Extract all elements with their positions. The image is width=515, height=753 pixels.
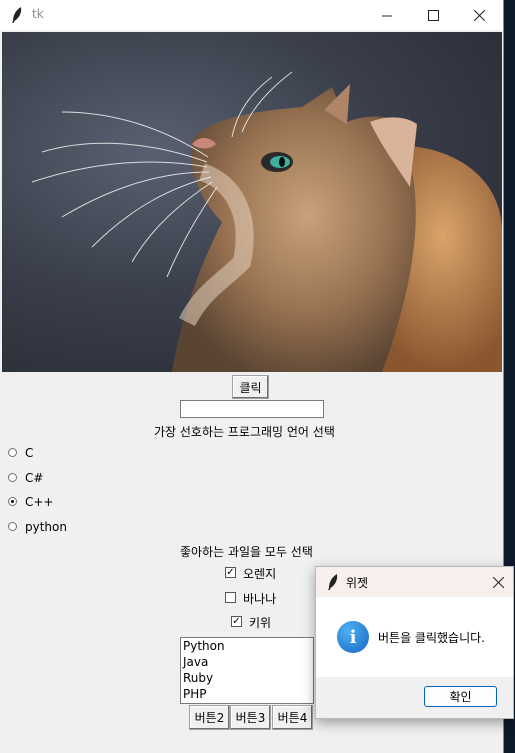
minimize-icon bbox=[381, 15, 392, 16]
dialog-title: 위젯 bbox=[346, 576, 369, 590]
cat-image bbox=[31, 71, 502, 372]
list-item[interactable]: Python bbox=[181, 638, 313, 654]
checkbox-label-kiwi[interactable]: 키위 bbox=[249, 614, 271, 631]
feather-icon bbox=[328, 574, 338, 590]
button-3[interactable]: 버튼3 bbox=[230, 705, 271, 730]
minimize-button[interactable] bbox=[364, 0, 410, 30]
dialog-message: 버튼을 클릭했습니다. bbox=[378, 631, 485, 645]
info-icon: i bbox=[337, 621, 369, 653]
dialog-close-button[interactable] bbox=[484, 567, 513, 597]
window-title: tk bbox=[32, 7, 44, 21]
radio-cpp[interactable] bbox=[8, 497, 17, 506]
list-item[interactable]: Java bbox=[181, 654, 313, 670]
close-icon bbox=[493, 576, 504, 588]
list-item[interactable]: Ruby bbox=[181, 670, 313, 686]
checkbox-label-banana[interactable]: 바나나 bbox=[243, 590, 276, 607]
fruit-prompt-label: 좋아하는 과일을 모두 선택 bbox=[180, 545, 313, 559]
radio-label-csharp[interactable]: C# bbox=[25, 471, 43, 485]
feather-icon bbox=[12, 7, 22, 23]
title-bar[interactable]: tk bbox=[0, 0, 503, 30]
button-4[interactable]: 버튼4 bbox=[272, 705, 313, 730]
message-dialog: 위젯 i 버튼을 클릭했습니다. 확인 bbox=[315, 566, 514, 719]
radio-c[interactable] bbox=[8, 448, 17, 457]
checkbox-orange[interactable]: ✓ bbox=[225, 567, 236, 578]
language-listbox[interactable]: Python Java Ruby PHP bbox=[180, 637, 314, 704]
radio-label-cpp[interactable]: C++ bbox=[25, 495, 54, 509]
checkbox-label-orange[interactable]: 오렌지 bbox=[243, 565, 276, 582]
dialog-title-bar[interactable]: 위젯 bbox=[316, 567, 513, 597]
text-entry[interactable] bbox=[180, 400, 324, 418]
dialog-footer: 확인 bbox=[316, 677, 513, 718]
cat-photo bbox=[2, 32, 502, 372]
maximize-button[interactable] bbox=[410, 0, 456, 30]
list-item[interactable]: PHP bbox=[181, 686, 313, 702]
dialog-body: i 버튼을 클릭했습니다. bbox=[316, 597, 513, 677]
checkbox-banana[interactable] bbox=[225, 592, 236, 603]
radio-label-python[interactable]: python bbox=[25, 520, 67, 534]
close-button[interactable] bbox=[456, 0, 502, 30]
radio-label-c[interactable]: C bbox=[25, 446, 33, 460]
checkbox-kiwi[interactable]: ✓ bbox=[231, 616, 242, 627]
radio-csharp[interactable] bbox=[8, 473, 17, 482]
maximize-icon bbox=[427, 9, 439, 21]
ok-button[interactable]: 확인 bbox=[424, 686, 497, 707]
language-prompt-label: 가장 선호하는 프로그래밍 언어 선택 bbox=[154, 425, 335, 439]
close-icon bbox=[473, 9, 485, 21]
button-2[interactable]: 버튼2 bbox=[189, 705, 230, 730]
click-button[interactable]: 클릭 bbox=[232, 375, 269, 399]
radio-python[interactable] bbox=[8, 522, 17, 531]
